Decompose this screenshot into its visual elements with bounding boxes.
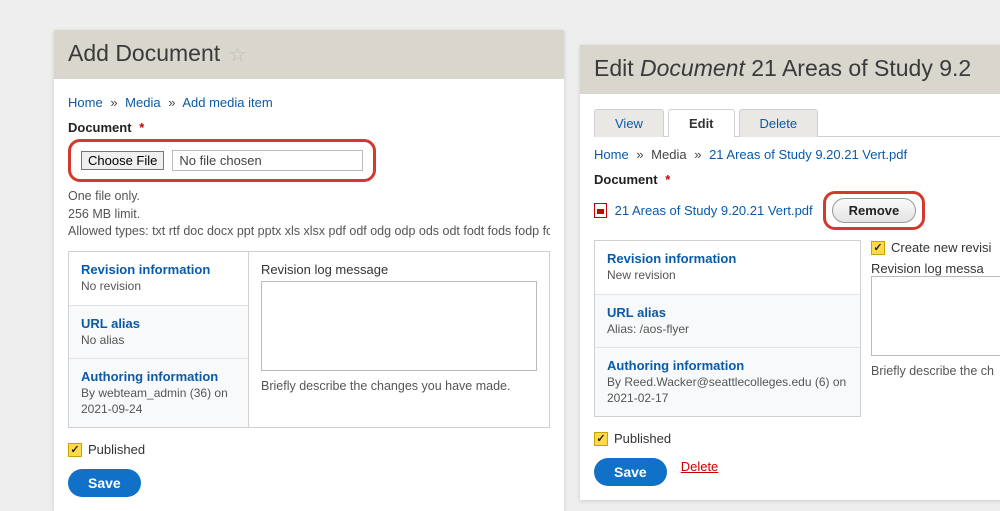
vertical-tabs: Revision information No revision URL ali… [68,251,550,428]
tab-authoring-info[interactable]: Authoring information By Reed.Wacker@sea… [595,348,860,416]
tab-revision-title: Revision information [81,262,236,277]
tab-view[interactable]: View [594,109,664,137]
page-title-pre: Edit [594,55,640,81]
document-field-label: Document [68,120,132,135]
tab-edit[interactable]: Edit [668,109,735,137]
breadcrumb-file[interactable]: 21 Areas of Study 9.20.21 Vert.pdf [709,147,907,162]
tab-authoring-info[interactable]: Authoring information By webteam_admin (… [69,359,248,427]
page-title-bar: Edit Document 21 Areas of Study 9.2 [580,45,1000,94]
revision-side-panel: ✓ Create new revisi Revision log messa B… [871,240,1000,417]
revision-log-label: Revision log message [261,262,537,277]
tab-url-sub: Alias: /aos-flyer [607,322,848,338]
tab-url-alias[interactable]: URL alias No alias [69,306,248,360]
published-row: ✓ Published [68,442,550,457]
published-checkbox[interactable]: ✓ [68,443,82,457]
tab-author-title: Authoring information [81,369,236,384]
hint-one-file: One file only. [68,188,550,206]
file-link[interactable]: 21 Areas of Study 9.20.21 Vert.pdf [615,203,813,218]
tab-delete[interactable]: Delete [739,109,819,137]
file-upload-highlight: Choose File No file chosen [68,139,376,182]
breadcrumb-media: Media [651,147,686,162]
pdf-icon [594,203,607,218]
revision-log-hint: Briefly describe the changes you have ma… [261,378,537,396]
choose-file-button[interactable]: Choose File [81,151,164,170]
document-field-label: Document [594,172,658,187]
published-label: Published [614,431,671,446]
file-entry: 21 Areas of Study 9.20.21 Vert.pdf [594,203,813,218]
save-button[interactable]: Save [594,458,667,486]
published-checkbox[interactable]: ✓ [594,432,608,446]
tab-revision-title: Revision information [607,251,848,266]
horizontal-tabs: View Edit Delete [594,108,1000,137]
create-new-revision-checkbox[interactable]: ✓ [871,241,885,255]
required-marker: * [139,120,144,135]
required-marker: * [665,172,670,187]
star-icon[interactable]: ☆ [229,42,247,67]
breadcrumb: Home » Media » Add media item [68,95,550,110]
breadcrumb-media[interactable]: Media [125,95,160,110]
tab-url-alias[interactable]: URL alias Alias: /aos-flyer [595,295,860,349]
published-row: ✓ Published [594,431,1000,446]
tab-author-title: Authoring information [607,358,848,373]
revision-log-textarea[interactable] [871,276,1000,356]
breadcrumb-add[interactable]: Add media item [182,95,272,110]
save-button[interactable]: Save [68,469,141,497]
revision-log-textarea[interactable] [261,281,537,371]
page-title: Add Document [68,40,220,66]
vertical-tabs-list: Revision information No revision URL ali… [69,252,249,427]
delete-link[interactable]: Delete [681,459,719,474]
tab-url-sub: No alias [81,333,236,349]
tab-url-title: URL alias [607,305,848,320]
add-document-panel: Add Document ☆ Home » Media » Add media … [54,30,564,511]
page-title-em: Document [640,55,745,81]
tab-revision-info[interactable]: Revision information No revision [69,252,248,306]
remove-highlight: Remove [823,191,926,230]
breadcrumb-home[interactable]: Home [68,95,103,110]
tab-url-title: URL alias [81,316,236,331]
breadcrumb: Home » Media » 21 Areas of Study 9.20.21… [594,147,1000,162]
remove-button[interactable]: Remove [832,198,917,223]
vertical-tabs-body: Revision log message Briefly describe th… [249,252,549,427]
hint-types: Allowed types: txt rtf doc docx ppt pptx… [68,223,550,241]
tab-revision-info[interactable]: Revision information New revision [595,241,860,295]
vertical-tabs-list: Revision information New revision URL al… [595,241,860,416]
tab-revision-sub: New revision [607,268,848,284]
tab-revision-sub: No revision [81,279,236,295]
revision-log-hint: Briefly describe the ch [871,363,1000,381]
create-new-revision-label: Create new revisi [891,240,991,255]
revision-log-label: Revision log messa [871,261,1000,276]
edit-document-panel: Edit Document 21 Areas of Study 9.2 View… [580,45,1000,500]
breadcrumb-home[interactable]: Home [594,147,629,162]
vertical-tabs: Revision information New revision URL al… [594,240,861,417]
page-title-post: 21 Areas of Study 9.2 [745,55,971,81]
tab-author-sub: By Reed.Wacker@seattlecolleges.edu (6) o… [607,375,848,406]
page-title-bar: Add Document ☆ [54,30,564,79]
published-label: Published [88,442,145,457]
hint-size: 256 MB limit. [68,206,550,224]
tab-author-sub: By webteam_admin (36) on 2021-09-24 [81,386,236,417]
file-status-text: No file chosen [172,150,362,171]
